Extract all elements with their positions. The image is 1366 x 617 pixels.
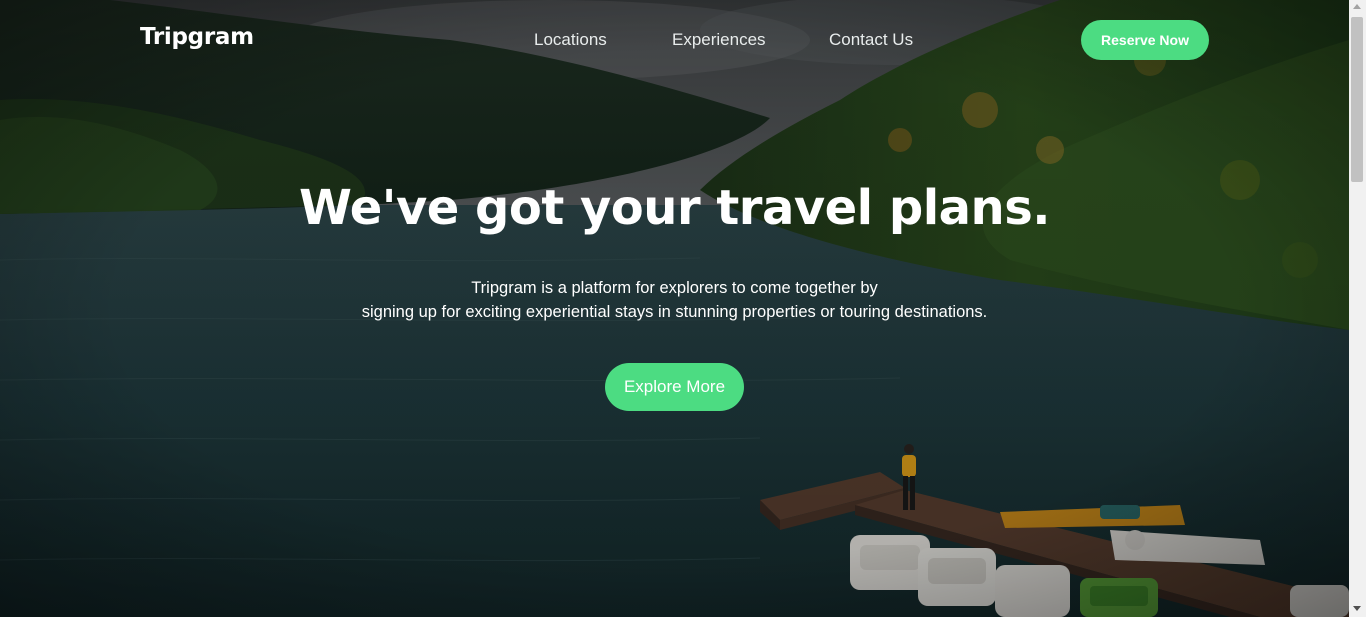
hero-section: Tripgram Locations Experiences Contact U…	[0, 0, 1349, 617]
hero-description-line-1: Tripgram is a platform for explorers to …	[471, 279, 878, 297]
nav-link-experiences[interactable]: Experiences	[672, 30, 766, 50]
navbar: Tripgram Locations Experiences Contact U…	[0, 0, 1349, 80]
hero-description-line-2: signing up for exciting experiential sta…	[361, 303, 988, 321]
hero-description: Tripgram is a platform for explorers to …	[0, 276, 1349, 324]
vertical-scrollbar[interactable]	[1349, 0, 1366, 617]
scroll-up-arrow-icon[interactable]	[1353, 4, 1361, 9]
scroll-down-arrow-icon[interactable]	[1353, 606, 1361, 611]
scrollbar-thumb[interactable]	[1351, 17, 1363, 182]
nav-link-locations[interactable]: Locations	[534, 30, 607, 50]
hero-headline: We've got your travel plans.	[298, 180, 1051, 236]
reserve-now-button[interactable]: Reserve Now	[1081, 20, 1209, 60]
explore-more-button[interactable]: Explore More	[605, 363, 744, 411]
nav-link-contact-us[interactable]: Contact Us	[829, 30, 913, 50]
brand-logo[interactable]: Tripgram	[140, 24, 254, 50]
